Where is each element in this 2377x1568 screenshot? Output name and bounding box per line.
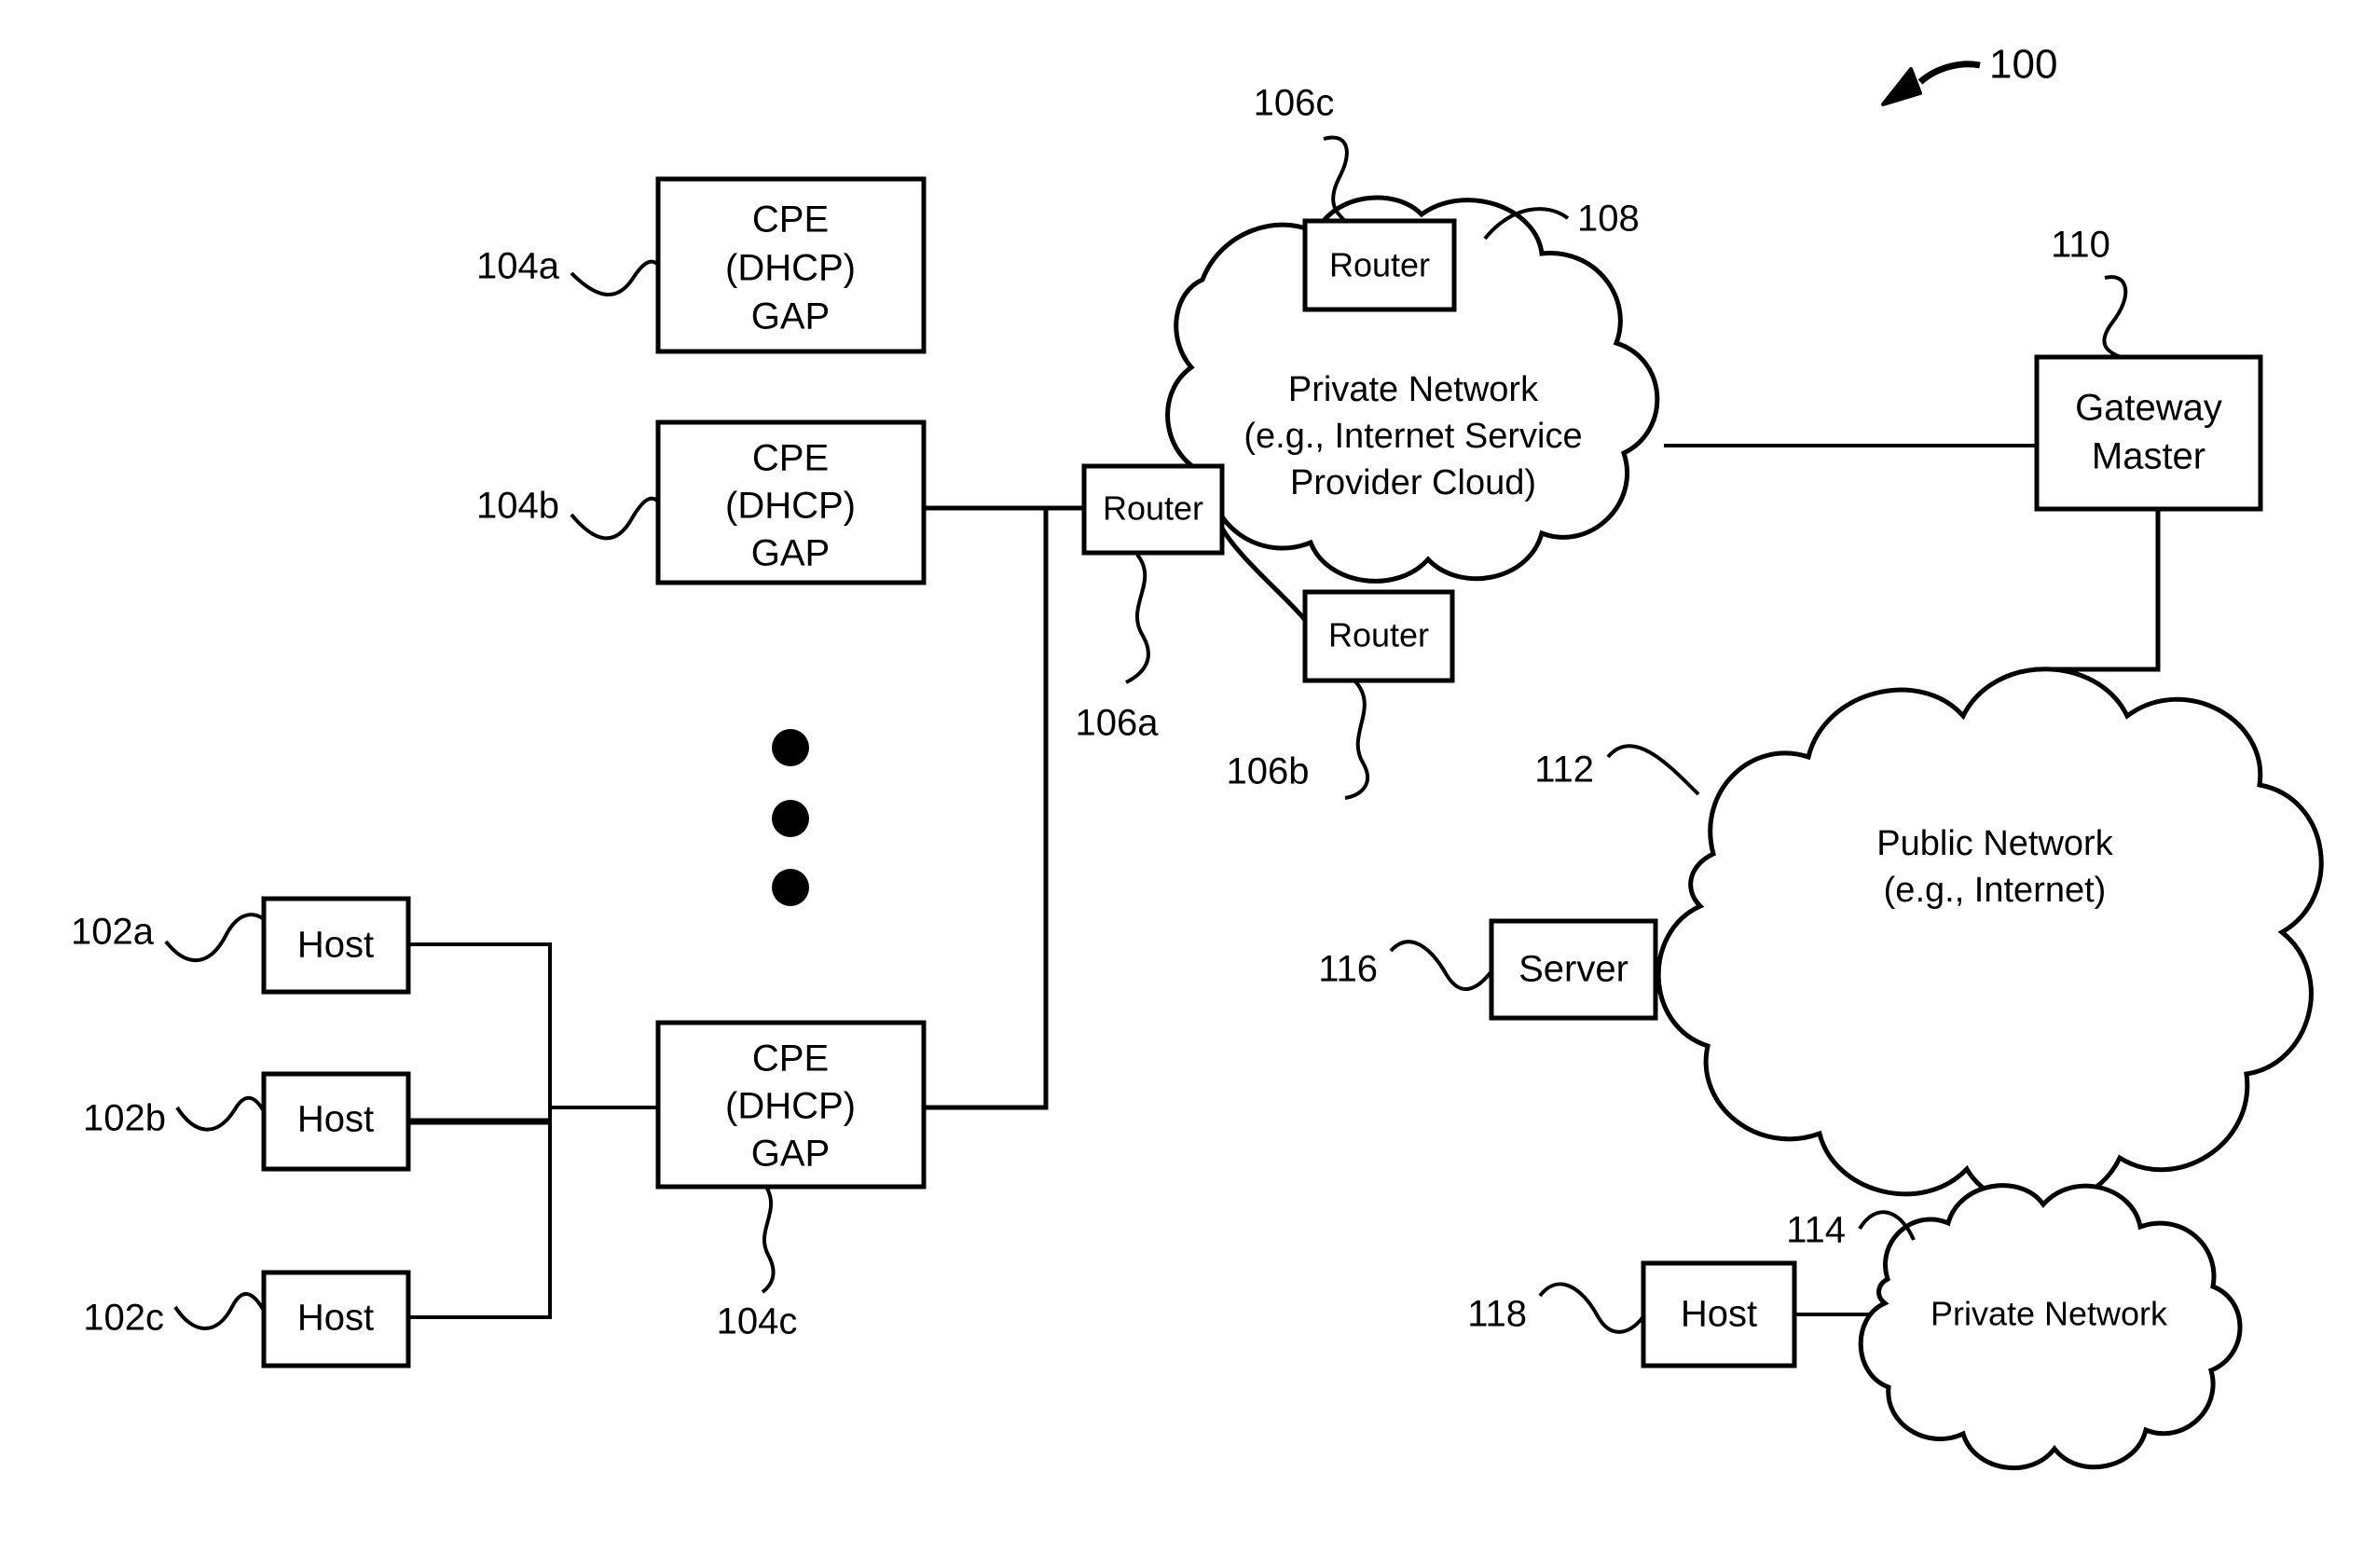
figure-reference-label-100: 100 xyxy=(1989,42,2057,88)
figure-arrowhead-100 xyxy=(1881,67,1922,106)
router-box-106a[interactable]: Router xyxy=(1081,463,1225,556)
leader-line-116 xyxy=(1389,940,1493,991)
cpe-c-label-line-3: GAP xyxy=(751,1134,830,1175)
public-cloud-label-line-2: (e.g., Internet) xyxy=(1884,871,2107,910)
host-box-102b[interactable]: Host xyxy=(261,1071,411,1172)
cpe-b-label-line-2: (DHCP) xyxy=(725,486,856,527)
cloud-shape-public xyxy=(1656,667,2324,1209)
cpe-a-label-line-1: CPE xyxy=(752,199,829,241)
ellipsis-dot-3 xyxy=(772,869,809,906)
cloud-label-line-1: Private Network xyxy=(1288,370,1539,409)
leader-line-104b xyxy=(570,496,660,541)
reference-116: 116 xyxy=(1318,940,1493,991)
reference-label-102a: 102a xyxy=(71,912,155,953)
leader-line-104c xyxy=(761,1185,776,1294)
cloud-label-line-2: (e.g., Internet Service xyxy=(1243,417,1582,456)
reference-label-114: 114 xyxy=(1786,1210,1846,1251)
cpe-box-104b[interactable]: CPE (DHCP) GAP xyxy=(655,420,927,585)
link-cpe-c-riser xyxy=(924,508,1049,1110)
host-a-label: Host xyxy=(297,925,374,966)
host-b-label: Host xyxy=(297,1099,374,1140)
cpe-c-label-line-1: CPE xyxy=(752,1038,829,1080)
private-network-remote-cloud[interactable]: Private Network xyxy=(1858,1183,2243,1471)
reference-102c: 102c xyxy=(83,1292,266,1339)
reference-label-106c: 106c xyxy=(1254,83,1335,124)
host-remote-label: Host xyxy=(1681,1294,1757,1335)
vertical-ellipsis xyxy=(772,729,809,906)
server-label: Server xyxy=(1518,949,1628,990)
reference-104b: 104b xyxy=(476,486,660,541)
reference-102a: 102a xyxy=(71,912,266,963)
host-box-102a[interactable]: Host xyxy=(261,896,411,995)
remote-private-cloud-label: Private Network xyxy=(1930,1295,2168,1333)
diagram-canvas: Private Network (e.g., Internet Service … xyxy=(0,0,2377,1568)
reference-118: 118 xyxy=(1467,1282,1645,1335)
reference-106b: 106b xyxy=(1227,680,1369,800)
reference-label-108: 108 xyxy=(1577,199,1640,240)
host-c-label: Host xyxy=(297,1298,374,1339)
cpe-a-label-line-2: (DHCP) xyxy=(725,248,856,289)
gateway-master-label-line-2: Master xyxy=(2092,436,2205,477)
reference-label-106a: 106a xyxy=(1076,703,1160,744)
cloud-label-line-3: Provider Cloud) xyxy=(1290,463,1536,502)
cpe-b-label-line-3: GAP xyxy=(751,533,830,574)
figure-reference-100: 100 xyxy=(1881,42,2057,106)
leader-line-106b xyxy=(1344,680,1369,800)
reference-104c: 104c xyxy=(717,1185,798,1342)
cpe-c-label-line-2: (DHCP) xyxy=(725,1086,856,1127)
ellipsis-dot-2 xyxy=(772,800,809,837)
leader-line-112 xyxy=(1606,744,1700,796)
gateway-master-rect xyxy=(2034,354,2263,512)
link-host-c-bus xyxy=(408,1121,552,1319)
reference-label-102b: 102b xyxy=(83,1098,166,1139)
reference-110: 110 xyxy=(2051,225,2128,359)
server-box[interactable]: Server xyxy=(1489,918,1658,1021)
cpe-box-104c[interactable]: CPE (DHCP) GAP xyxy=(655,1020,927,1190)
reference-label-112: 112 xyxy=(1534,750,1594,791)
public-cloud-label-line-1: Public Network xyxy=(1876,824,2113,863)
cpe-box-104a[interactable]: CPE (DHCP) GAP xyxy=(655,176,927,354)
reference-label-104b: 104b xyxy=(476,486,559,527)
public-network-cloud[interactable]: Public Network (e.g., Internet) xyxy=(1656,667,2324,1209)
leader-line-118 xyxy=(1538,1282,1645,1334)
gateway-master-label-line-1: Gateway xyxy=(2075,388,2222,429)
host-box-102c[interactable]: Host xyxy=(261,1270,411,1369)
reference-106a: 106a xyxy=(1076,553,1160,744)
reference-label-110: 110 xyxy=(2051,225,2110,266)
cpe-a-label-line-3: GAP xyxy=(751,296,830,337)
leader-line-102c xyxy=(173,1292,266,1330)
router-c-label: Router xyxy=(1329,246,1430,284)
router-box-106b[interactable]: Router xyxy=(1302,589,1455,683)
reference-104a: 104a xyxy=(476,246,660,296)
reference-102b: 102b xyxy=(83,1095,266,1139)
reference-label-106b: 106b xyxy=(1227,751,1310,792)
cpe-b-label-line-1: CPE xyxy=(752,438,829,479)
leader-line-104a xyxy=(570,259,660,296)
leader-line-106a xyxy=(1125,553,1150,684)
reference-label-102c: 102c xyxy=(83,1298,164,1339)
router-a-label: Router xyxy=(1103,489,1203,528)
router-box-106c[interactable]: Router xyxy=(1302,218,1457,312)
reference-label-116: 116 xyxy=(1318,949,1378,990)
ellipsis-dot-1 xyxy=(772,729,809,766)
leader-line-110 xyxy=(2102,275,2128,359)
host-box-118[interactable]: Host xyxy=(1641,1260,1797,1369)
network-architecture-diagram: Private Network (e.g., Internet Service … xyxy=(71,42,2324,1471)
reference-label-104a: 104a xyxy=(476,246,560,287)
link-host-a-bus xyxy=(408,942,552,1121)
leader-line-102b xyxy=(175,1095,266,1132)
reference-label-118: 118 xyxy=(1467,1294,1527,1335)
leader-line-102a xyxy=(164,913,266,963)
router-b-label: Router xyxy=(1328,616,1429,654)
reference-112: 112 xyxy=(1534,744,1700,796)
gateway-master-box[interactable]: Gateway Master xyxy=(2034,354,2263,512)
figure-leader-line-100 xyxy=(1917,61,1981,85)
reference-label-104c: 104c xyxy=(717,1301,798,1342)
reference-106c: 106c xyxy=(1254,83,1349,223)
